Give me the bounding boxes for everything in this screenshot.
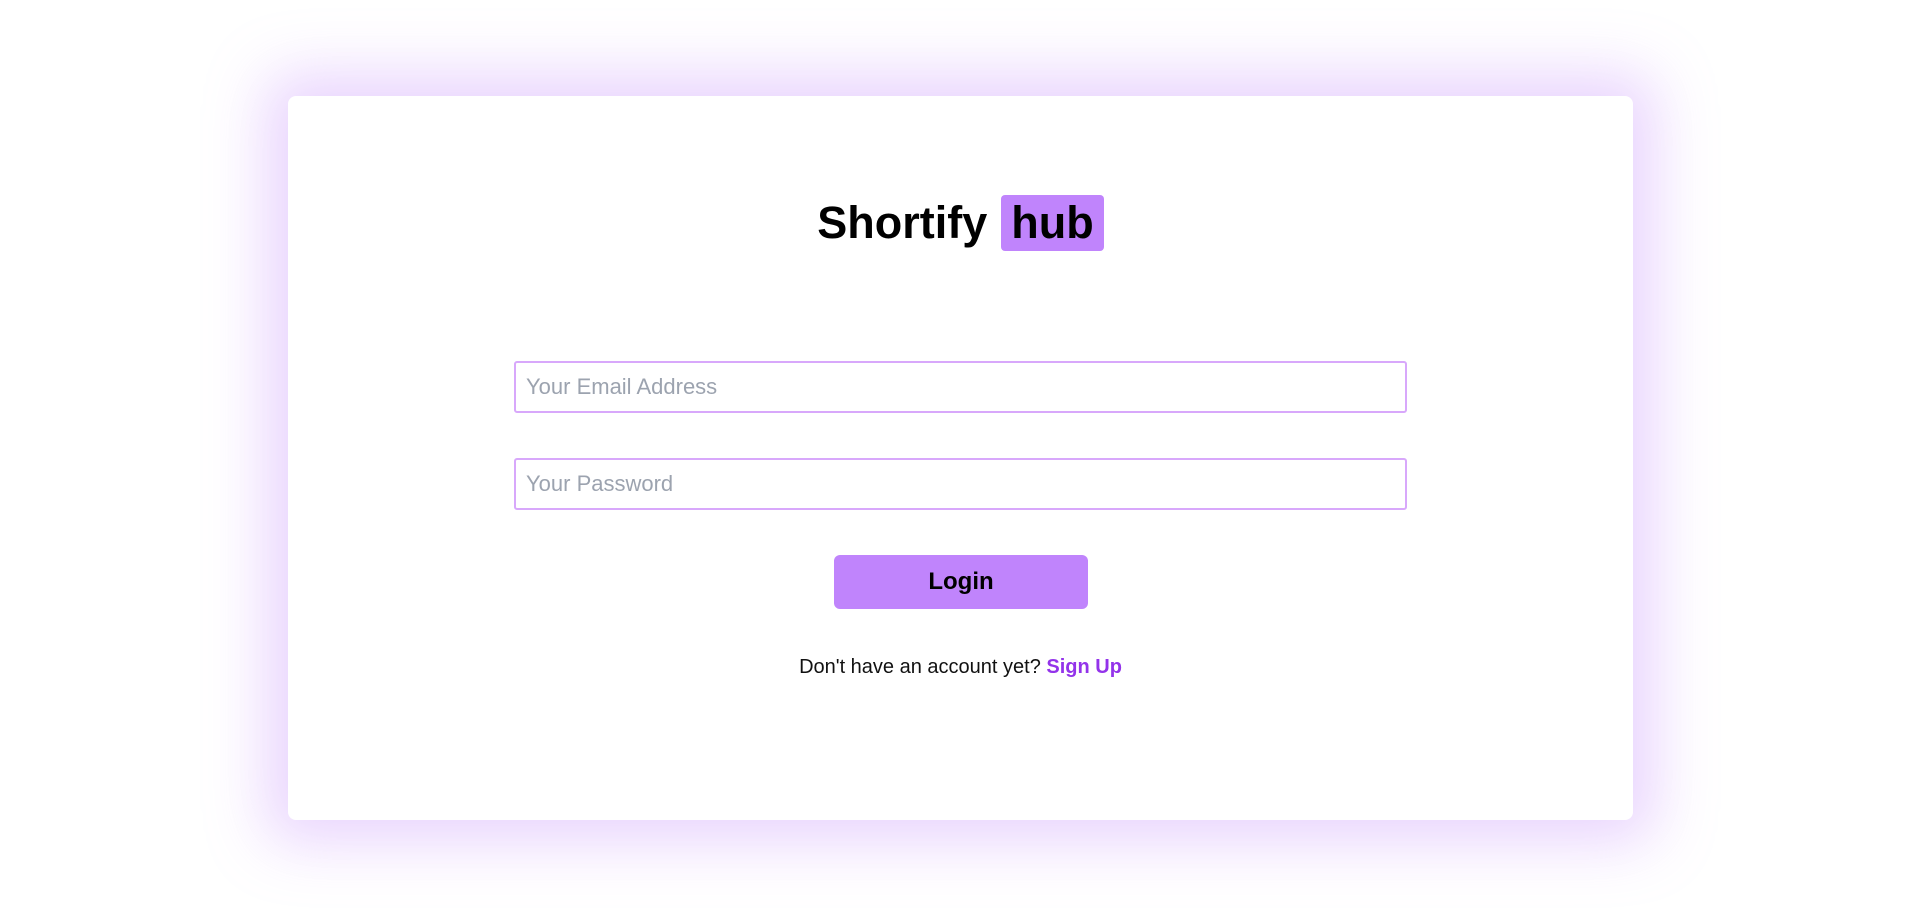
signup-prompt: Don't have an account yet? <box>799 656 1047 678</box>
signup-row: Don't have an account yet? Sign Up <box>288 656 1633 679</box>
login-button[interactable]: Login <box>834 555 1088 609</box>
login-card: Shortifyhub Login Don't have an account … <box>288 96 1633 820</box>
signup-link[interactable]: Sign Up <box>1046 656 1122 678</box>
email-field[interactable] <box>514 361 1407 413</box>
password-field[interactable] <box>514 458 1407 510</box>
logo: Shortify hub <box>288 192 1633 252</box>
brand-badge: hub <box>1001 195 1104 252</box>
brand-name: Shortify <box>817 197 988 249</box>
